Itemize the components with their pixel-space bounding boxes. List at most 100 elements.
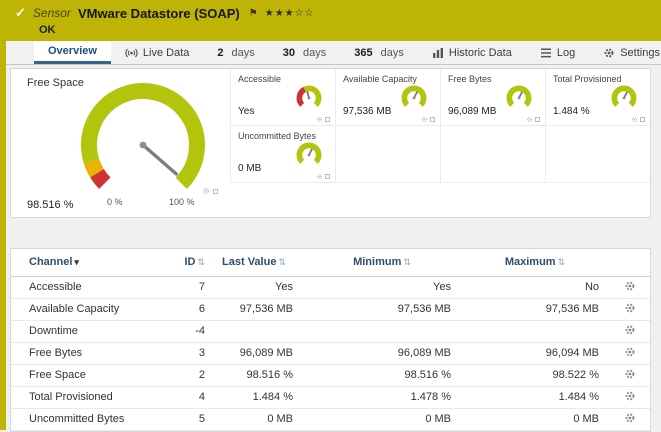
channel-id: -4 xyxy=(163,320,205,342)
sensor-title: VMware Datastore (SOAP) xyxy=(78,6,240,21)
channel-name: Free Bytes xyxy=(11,342,163,364)
gauge-pin-icon[interactable] xyxy=(430,117,435,122)
channel-maximum xyxy=(461,320,609,342)
channel-name: Total Provisioned xyxy=(11,386,163,408)
table-row[interactable]: Downtime -4 xyxy=(11,320,650,342)
table-row[interactable]: Free Space 2 98.516 % 98.516 % 98.522 % xyxy=(11,364,650,386)
tab-2-days[interactable]: 2days xyxy=(203,41,268,64)
tab-historic-data-label: Historic Data xyxy=(449,47,512,59)
channel-id: 4 xyxy=(163,386,205,408)
table-row[interactable]: Total Provisioned 4 1.484 % 1.478 % 1.48… xyxy=(11,386,650,408)
sort-icon: ⇅ xyxy=(403,257,411,267)
column-header-minimum[interactable]: Minimum⇅ xyxy=(303,249,461,276)
gauge-tile-value: Yes xyxy=(238,106,254,117)
channel-maximum: 0 MB xyxy=(461,408,609,430)
table-row[interactable]: Uncommitted Bytes 5 0 MB 0 MB 0 MB xyxy=(11,408,650,430)
available-capacity-gauge-dial xyxy=(400,84,428,112)
gauge-tile-label: Free Bytes xyxy=(448,74,492,84)
tab-settings[interactable]: Settings xyxy=(589,41,661,64)
column-header-id[interactable]: ID⇅ xyxy=(163,249,205,276)
gauge-tile-value: 96,089 MB xyxy=(448,106,496,117)
gauge-pin-icon[interactable] xyxy=(325,174,330,179)
gauge-tile-label: Accessible xyxy=(238,74,281,84)
channel-minimum: 96,089 MB xyxy=(303,342,461,364)
gauge-settings-icon[interactable] xyxy=(421,116,428,123)
flag-icon[interactable]: ⚑ xyxy=(249,8,258,19)
tab-2-days-number: 2 xyxy=(217,47,223,59)
channel-name: Available Capacity xyxy=(11,298,163,320)
priority-stars[interactable]: ★★★☆☆ xyxy=(265,8,315,19)
tab-log-label: Log xyxy=(557,47,575,59)
gauge-settings-icon[interactable] xyxy=(526,116,533,123)
free-bytes-gauge-dial xyxy=(505,84,533,112)
tab-log[interactable]: Log xyxy=(526,41,589,64)
channel-table-body: Accessible 7 Yes Yes No Available Capaci… xyxy=(11,276,650,430)
tab-30-days[interactable]: 30days xyxy=(269,41,341,64)
channel-settings-icon[interactable] xyxy=(624,412,636,424)
channel-id: 6 xyxy=(163,298,205,320)
empty-tile xyxy=(440,126,545,183)
tab-365-days[interactable]: 365 days xyxy=(340,41,418,64)
channel-last-value: 97,536 MB xyxy=(205,298,303,320)
channel-id: 7 xyxy=(163,276,205,298)
tab-30-days-number: 30 xyxy=(283,47,295,59)
channel-settings-icon[interactable] xyxy=(624,324,636,336)
tab-365-days-unit: days xyxy=(381,47,404,59)
table-row[interactable]: Accessible 7 Yes Yes No xyxy=(11,276,650,298)
historic-data-icon xyxy=(432,47,444,59)
channel-last-value: 1.484 % xyxy=(205,386,303,408)
main-gauge-free-space[interactable]: Free Space 98.516 % 0 % 100 % xyxy=(11,69,230,217)
small-gauges-grid: Accessible Yes Available Capacity 97,536… xyxy=(230,69,650,217)
gauge-tile-label: Uncommitted Bytes xyxy=(238,131,316,141)
tab-historic-data[interactable]: Historic Data xyxy=(418,41,526,64)
tab-live-data[interactable]: Live Data xyxy=(111,41,203,64)
gauge-tile-accessible[interactable]: Accessible Yes xyxy=(230,69,335,126)
channel-id: 5 xyxy=(163,408,205,430)
column-header-channel[interactable]: Channel▾ xyxy=(11,249,163,276)
channel-maximum: 98.522 % xyxy=(461,364,609,386)
channel-settings-icon[interactable] xyxy=(624,280,636,292)
sort-icon: ⇅ xyxy=(197,257,205,267)
gauge-tile-uncommitted-bytes[interactable]: Uncommitted Bytes 0 MB xyxy=(230,126,335,183)
channel-maximum: 1.484 % xyxy=(461,386,609,408)
channel-id: 3 xyxy=(163,342,205,364)
sort-desc-icon: ▾ xyxy=(74,257,79,267)
main-gauge-max-label: 100 % xyxy=(169,197,195,207)
channel-settings-icon[interactable] xyxy=(624,346,636,358)
gauge-pin-icon[interactable] xyxy=(535,117,540,122)
channel-maximum: 96,094 MB xyxy=(461,342,609,364)
live-data-icon xyxy=(125,47,138,59)
object-kind-label: Sensor xyxy=(33,6,71,20)
gauge-tile-free-bytes[interactable]: Free Bytes 96,089 MB xyxy=(440,69,545,126)
sort-icon: ⇅ xyxy=(278,257,286,267)
gauge-tile-available-capacity[interactable]: Available Capacity 97,536 MB xyxy=(335,69,440,126)
channel-last-value: 96,089 MB xyxy=(205,342,303,364)
sort-icon: ⇅ xyxy=(558,257,566,267)
gauge-pin-icon[interactable] xyxy=(213,189,218,194)
gauge-settings-icon[interactable] xyxy=(316,173,323,180)
tab-365-days-number: 365 xyxy=(354,47,372,59)
gauge-tile-value: 0 MB xyxy=(238,163,261,174)
empty-tile xyxy=(335,126,440,183)
column-header-last-value[interactable]: Last Value⇅ xyxy=(205,249,303,276)
gauge-settings-icon[interactable] xyxy=(316,116,323,123)
gauge-pin-icon[interactable] xyxy=(640,117,645,122)
gauge-pin-icon[interactable] xyxy=(325,117,330,122)
gauge-tile-total-provisioned[interactable]: Total Provisioned 1.484 % xyxy=(545,69,650,126)
column-header-maximum[interactable]: Maximum⇅ xyxy=(461,249,609,276)
channel-settings-icon[interactable] xyxy=(624,390,636,402)
main-gauge-min-label: 0 % xyxy=(107,197,123,207)
gauges-panel: Free Space 98.516 % 0 % 100 % Accessible… xyxy=(10,68,651,218)
tab-bar: Overview Live Data 2days 30days 365days … xyxy=(0,41,661,65)
channel-settings-icon[interactable] xyxy=(624,368,636,380)
gauge-settings-icon[interactable] xyxy=(631,116,638,123)
tab-overview[interactable]: Overview xyxy=(34,41,111,64)
table-row[interactable]: Available Capacity 6 97,536 MB 97,536 MB… xyxy=(11,298,650,320)
gauge-tile-label: Total Provisioned xyxy=(553,74,622,84)
gauge-settings-icon[interactable] xyxy=(202,187,210,195)
tab-live-data-label: Live Data xyxy=(143,47,189,59)
log-icon xyxy=(540,47,552,59)
channel-minimum: 98.516 % xyxy=(303,364,461,386)
table-row[interactable]: Free Bytes 3 96,089 MB 96,089 MB 96,094 … xyxy=(11,342,650,364)
channel-settings-icon[interactable] xyxy=(624,302,636,314)
